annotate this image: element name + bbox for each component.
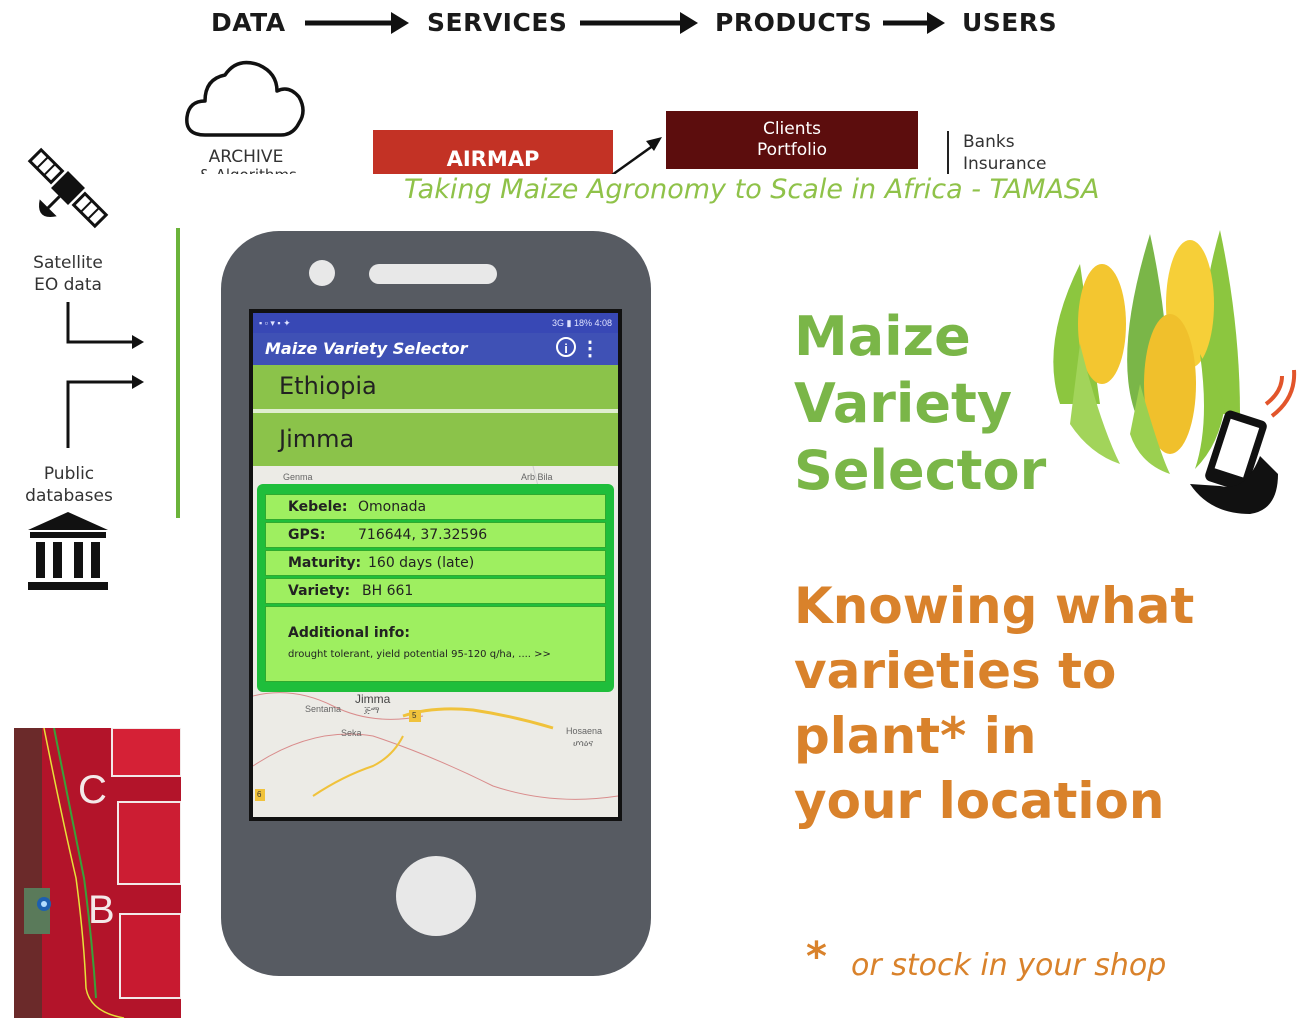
- public-line1: Public: [43, 464, 95, 484]
- maturity-label: Maturity:: [288, 555, 362, 571]
- app-title: Maize Variety Selector: [265, 339, 468, 358]
- kebele-row: Kebele: Omonada: [265, 494, 606, 520]
- public-line2: databases: [25, 486, 113, 506]
- knowing-varieties-text: Knowing what varieties to plant* in your…: [794, 574, 1194, 834]
- app-bar: Maize Variety Selector i ⋮: [253, 333, 618, 365]
- clients-line1: Clients: [762, 119, 822, 139]
- users-list: Banks Insurance: [947, 131, 1046, 175]
- map-label-seka: Seka: [341, 728, 362, 738]
- additional-info-value: drought tolerant, yield potential 95-120…: [288, 649, 551, 660]
- footnote-asterisk: *: [806, 934, 827, 980]
- map-label-sentama: Sentama: [305, 704, 342, 714]
- users-banks: Banks: [963, 132, 1015, 152]
- footnote-text: or stock in your shop: [851, 948, 1167, 983]
- map-road-6: 6: [257, 790, 262, 799]
- tamasa-title: Taking Maize Agronomy to Scale in Africa…: [404, 174, 1100, 205]
- gps-row: GPS: 716644, 37.32596: [265, 522, 606, 548]
- clients-portfolio-box: Clients Portfolio: [666, 111, 918, 169]
- clients-line2: Portfolio: [757, 140, 827, 160]
- flow-users-label: USERS: [962, 8, 1058, 37]
- title-line1: Maize: [794, 305, 971, 368]
- diagonal-arrow-icon: [611, 137, 662, 177]
- gps-value: 716644, 37.32596: [358, 527, 488, 543]
- additional-info-label: Additional info:: [288, 625, 410, 641]
- knowing-line1: Knowing what: [794, 577, 1195, 635]
- flow-products-label: PRODUCTS: [715, 8, 873, 37]
- knowing-line4: your location: [794, 772, 1165, 830]
- kebele-label: Kebele:: [288, 499, 348, 515]
- airmap-box: AIRMAP: [373, 130, 613, 174]
- knowing-line3: plant* in: [794, 707, 1037, 765]
- variety-info-card: Kebele: Omonada GPS: 716644, 37.32596 Ma…: [257, 484, 614, 692]
- map-label-jimma: Jimma: [355, 692, 391, 706]
- title-line3: Selector: [794, 439, 1047, 502]
- maturity-value: 160 days (late): [368, 555, 475, 571]
- maturity-row: Maturity: 160 days (late): [265, 550, 606, 576]
- satellite-image: C B: [14, 728, 181, 1018]
- cloud-icon: [185, 60, 305, 137]
- map-road-5: 5: [412, 711, 417, 720]
- variety-value: BH 661: [362, 583, 414, 599]
- kebele-value: Omonada: [358, 499, 427, 515]
- flow-arrow-icon: [580, 12, 698, 34]
- region-selector[interactable]: Jimma: [253, 413, 618, 466]
- status-left-icons: ▪ ▫ ▾ ▪ ✦: [259, 318, 291, 328]
- gps-label: GPS:: [288, 527, 326, 543]
- maize-variety-selector-title: Maize Variety Selector: [794, 303, 1046, 504]
- map-label-arb-bila: Arb Bila: [521, 472, 553, 482]
- flow-data-label: DATA: [211, 8, 286, 37]
- phone-speaker: [369, 264, 497, 284]
- map-label-hosaena-script: ሆሳዕና: [573, 738, 594, 748]
- country-value: Ethiopia: [279, 372, 377, 400]
- status-bar: ▪ ▫ ▾ ▪ ✦ 3G ▮ 18% 4:08: [253, 313, 618, 333]
- sat-label-c: C: [78, 768, 107, 812]
- variety-label: Variety:: [288, 583, 351, 599]
- maize-cobs-icon: [1053, 230, 1297, 514]
- satellite-line2: EO data: [34, 275, 102, 295]
- knowing-line2: varieties to: [794, 642, 1117, 700]
- map-label-jimma-script: ጅማ: [364, 705, 380, 715]
- satellite-icon: [27, 147, 109, 229]
- bank-building-icon: [28, 512, 108, 590]
- sat-label-b: B: [88, 888, 115, 932]
- flow-arrow-icon: [305, 12, 409, 34]
- phone-camera: [309, 260, 335, 286]
- airmap-label: AIRMAP: [446, 147, 540, 171]
- info-icon[interactable]: i: [556, 337, 576, 357]
- users-insurance: Insurance: [963, 154, 1047, 174]
- public-databases-label: Public databases: [14, 463, 124, 507]
- divider-rule: [176, 228, 180, 518]
- region-value: Jimma: [279, 425, 355, 453]
- map-label-genma: Genma: [283, 472, 313, 482]
- phone-home-button[interactable]: [396, 856, 476, 936]
- satellite-label: Satellite EO data: [18, 252, 118, 296]
- title-line2: Variety: [794, 372, 1013, 435]
- overflow-menu-icon[interactable]: ⋮: [580, 336, 600, 361]
- satellite-line1: Satellite: [33, 253, 103, 273]
- additional-info-row[interactable]: Additional info: drought tolerant, yield…: [265, 606, 606, 682]
- flow-services-label: SERVICES: [427, 8, 568, 37]
- source-arrows-icon: [66, 302, 144, 448]
- country-selector[interactable]: Ethiopia: [253, 365, 618, 409]
- map-label-hosaena: Hosaena: [566, 726, 603, 736]
- archive-label: ARCHIVE: [208, 147, 284, 167]
- variety-row: Variety: BH 661: [265, 578, 606, 604]
- flow-arrow-icon: [883, 12, 945, 34]
- status-right-info: 3G ▮ 18% 4:08: [552, 318, 612, 328]
